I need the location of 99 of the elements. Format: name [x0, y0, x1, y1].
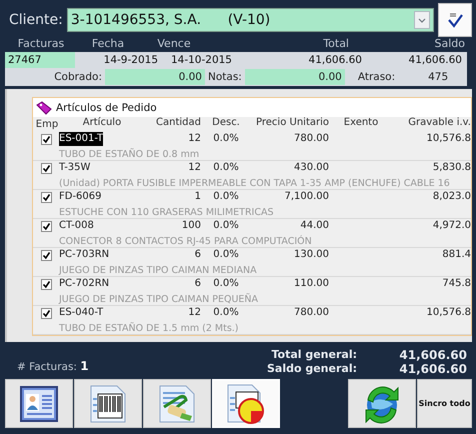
item-description: (Unidad) PORTA FUSIBLE IMPERMEABLE CON TAPA 1-35 AMP (ENCHUFE) CABLE 16: [59, 177, 451, 191]
item-description: ESTUCHE CON 110 GRASERAS MILIMETRICAS: [59, 206, 275, 220]
item-quantity: 6: [194, 248, 201, 262]
item-description: CONECTOR 8 CONTACTOS RJ-45 PARA COMPUTACIÓN: [59, 235, 313, 249]
spellcheck-button[interactable]: [438, 3, 472, 37]
total-label: Total general:: [270, 348, 357, 362]
invoice-count: # Facturas: 1: [16, 358, 89, 373]
item-price: 430.00: [293, 161, 329, 175]
notas-value: 0.00: [244, 69, 345, 85]
panel-title: Artículos de Pedido: [56, 102, 157, 114]
clip-button[interactable]: [143, 379, 211, 428]
checkbox[interactable]: [40, 192, 52, 203]
item-code: PC-702RN: [59, 277, 110, 291]
column-header: Precio Unitario: [255, 117, 329, 130]
item-description: JUEGO DE PINZAS TIPO CAIMAN MEDIANA: [59, 264, 258, 278]
client-dropdown[interactable]: 3-101496553, S.A. (V-10): [66, 8, 434, 32]
invoice-total: 41,606.60: [308, 54, 362, 66]
column-header: Saldo: [434, 37, 465, 52]
pie-chart-document-icon: [226, 384, 266, 424]
item-discount: 0.0%: [212, 132, 240, 146]
invoice-row[interactable]: 27467 14-9-2015 14-10-2015 41,606.60 41,606.60: [5, 52, 467, 68]
column-header: Cantidad: [155, 117, 201, 130]
item-row[interactable]: FD-6069 1 0.0% 7,100.00 8,023.0 ESTUCHE CON 110 GRASERAS MILIMETRICAS: [33, 190, 471, 219]
document-clip-icon: [158, 384, 196, 422]
checkbox[interactable]: [40, 308, 52, 319]
notas-label: Notas:: [207, 71, 243, 83]
item-price: 110.00: [293, 277, 329, 291]
column-header: Total: [322, 37, 350, 52]
barcode-button[interactable]: [74, 379, 142, 428]
item-taxable: 745.8: [441, 277, 471, 291]
checkbox[interactable]: [40, 134, 52, 145]
item-discount: 0.0%: [212, 306, 240, 320]
checkbox[interactable]: [40, 250, 52, 261]
client-label: Cliente:: [9, 12, 63, 28]
item-taxable: 881.4: [441, 248, 471, 262]
item-discount: 0.0%: [212, 219, 240, 233]
due-date: 14-10-2015: [170, 54, 232, 66]
sync-button[interactable]: [348, 379, 416, 428]
checkbox[interactable]: [40, 279, 52, 290]
item-row[interactable]: ES-040-T 12 0.0% 780.00 10,576.8 TUBO DE ESTAÑO DE 1.5 mm (2 Mts.): [33, 306, 471, 335]
invoice-date: 14-9-2015: [102, 54, 158, 66]
item-taxable: 10,576.8: [425, 132, 471, 146]
item-price: 44.00: [299, 219, 329, 233]
column-header: Gravable i.v.: [407, 117, 471, 130]
item-row[interactable]: CT-008 100 0.0% 44.00 4,972.0 CONECTOR 8 CONTACTOS RJ-45 PARA COMPUTACIÓN: [33, 219, 471, 248]
item-taxable: 5,830.8: [432, 161, 471, 175]
item-price: 780.00: [293, 132, 329, 146]
item-taxable: 8,023.0: [432, 190, 471, 204]
atraso-label: Atraso:: [356, 71, 396, 83]
item-description: TUBO DE ESTAÑO DE 1.5 mm (2 Mts.): [59, 322, 240, 335]
item-row[interactable]: PC-702RN 6 0.0% 110.00 745.8 JUEGO DE PINZAS TIPO CAIMAN PEQUEÑA: [33, 277, 471, 306]
item-discount: 0.0%: [212, 248, 240, 262]
item-quantity: 100: [180, 219, 201, 233]
column-header: Facturas: [16, 37, 66, 52]
checkbox[interactable]: [40, 163, 52, 174]
item-description: TUBO DE ESTAÑO DE 0.8 mm: [59, 148, 200, 162]
item-quantity: 12: [187, 132, 201, 146]
cobrado-label: Cobrado:: [53, 71, 103, 83]
tag-icon: [36, 100, 52, 114]
item-price: 130.00: [293, 248, 329, 262]
item-taxable: 4,972.0: [432, 219, 471, 233]
contact-button[interactable]: [5, 379, 73, 428]
item-discount: 0.0%: [212, 277, 240, 291]
item-description: JUEGO DE PINZAS TIPO CAIMAN PEQUEÑA: [59, 293, 260, 307]
total-value: 41,606.60: [398, 348, 467, 362]
item-discount: 0.0%: [212, 190, 240, 204]
item-discount: 0.0%: [212, 161, 240, 175]
item-code: CT-008: [59, 219, 94, 233]
atraso-value: 475: [427, 71, 448, 83]
invoice-balance: 41,606.60: [408, 54, 462, 66]
item-taxable: 10,576.8: [425, 306, 471, 320]
barcode-document-icon: [89, 384, 127, 422]
invoice-number: 27467: [5, 52, 75, 68]
sync-all-button[interactable]: Sincro todo: [417, 379, 472, 428]
item-price: 780.00: [293, 306, 329, 320]
column-header: Emp: [34, 118, 59, 130]
chart-button[interactable]: [212, 379, 280, 428]
item-code: PC-703RN: [59, 248, 110, 262]
checkbox[interactable]: [40, 221, 52, 232]
column-header: Fecha: [90, 37, 126, 52]
column-header: Artículo: [82, 117, 122, 130]
cobrado-value: 0.00: [105, 69, 205, 85]
item-quantity: 12: [187, 161, 201, 175]
balance-label: Saldo general:: [266, 362, 357, 376]
item-code: FD-6069: [59, 190, 102, 204]
column-header: Exento: [342, 117, 380, 130]
item-row[interactable]: T-35W 12 0.0% 430.00 5,830.8 (Unidad) PORTA FUSIBLE IMPERMEABLE CON TAPA 1-35 AMP (ENCHUFE) CABLE 16: [33, 161, 471, 190]
column-header: Desc.: [211, 117, 241, 130]
checkmark-icon: [445, 11, 465, 29]
item-quantity: 12: [187, 306, 201, 320]
item-price: 7,100.00: [283, 190, 329, 204]
contact-card-icon: [20, 386, 58, 422]
item-quantity: 6: [194, 277, 201, 291]
balance-value: 41,606.60: [398, 362, 467, 376]
item-code: T-35W: [59, 161, 90, 175]
item-quantity: 1: [194, 190, 201, 204]
column-header: Vence: [156, 37, 192, 52]
item-row[interactable]: PC-703RN 6 0.0% 130.00 881.4 JUEGO DE PINZAS TIPO CAIMAN MEDIANA: [33, 248, 471, 277]
item-code: ES-040-T: [59, 306, 104, 320]
